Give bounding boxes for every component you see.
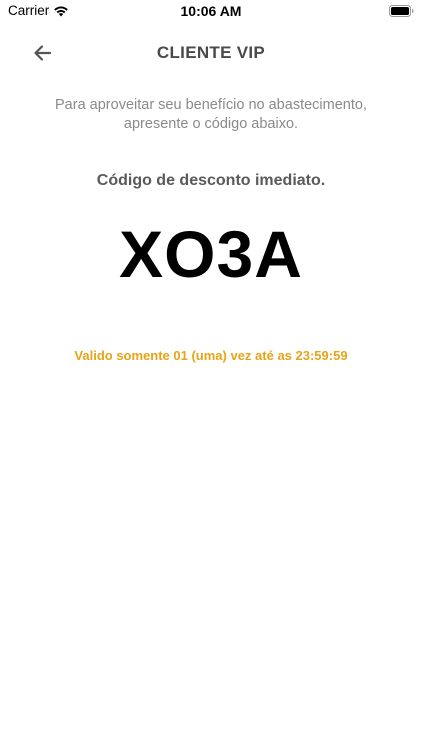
instruction-line-1: Para aproveitar seu benefício no abastec… <box>55 97 367 113</box>
code-heading: Código de desconto imediato. <box>96 172 326 189</box>
instructions-text: Para aproveitar seu benefício no abastec… <box>20 96 402 134</box>
page-title: CLIENTE VIP <box>156 43 266 62</box>
battery-icon <box>389 5 414 17</box>
validity-note: Valido somente 01 (uma) vez até as 23:59… <box>74 348 348 363</box>
instruction-line-2: apresente o código abaixo. <box>123 116 299 132</box>
discount-code: XO3A <box>119 217 303 291</box>
navigation-bar: CLIENTE VIP <box>0 34 422 74</box>
status-time: 10:06 AM <box>180 3 242 19</box>
status-bar: Carrier 10:06 AM <box>0 0 422 22</box>
